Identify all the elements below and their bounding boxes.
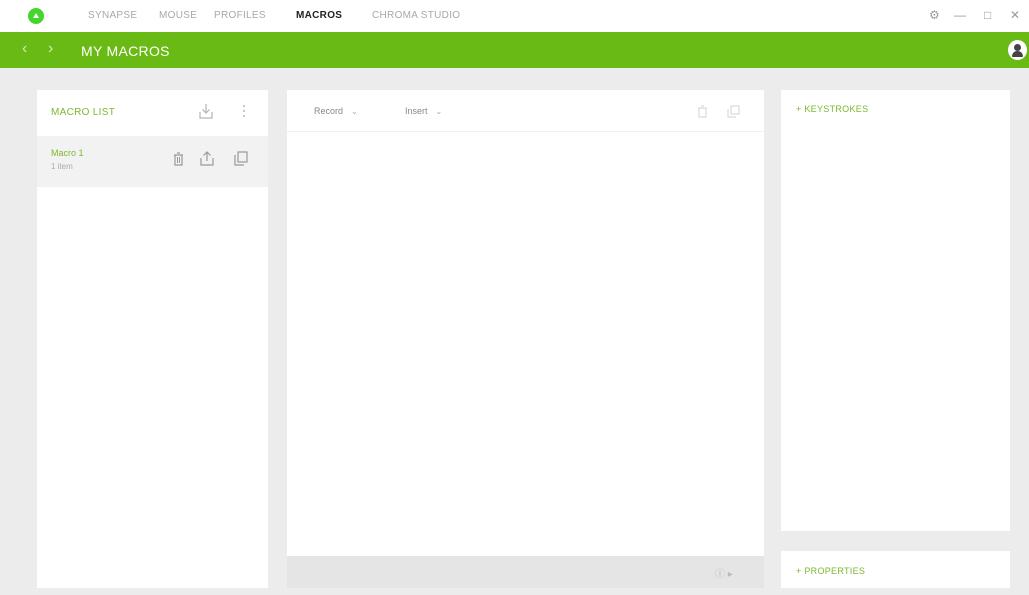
editor-toolbar: Record ⌄ Insert ⌄	[287, 90, 764, 132]
more-options-icon[interactable]	[242, 103, 246, 124]
macro-editor-panel: Record ⌄ Insert ⌄	[287, 90, 764, 556]
record-dropdown[interactable]: Record ⌄	[314, 106, 358, 116]
chevron-down-icon: ⌄	[435, 107, 443, 116]
macro-item-name: Macro 1	[51, 148, 84, 158]
tab-profiles[interactable]: PROFILES	[214, 10, 266, 21]
playback-control-icon[interactable]: Ⓘ ▸	[715, 565, 733, 580]
page-header: ‹ › MY MACROS	[0, 32, 1029, 68]
razer-logo-icon[interactable]	[28, 8, 44, 24]
settings-gear-icon[interactable]: ⚙	[929, 8, 940, 22]
duplicate-icon[interactable]	[234, 151, 248, 171]
macro-item-detail: 1 item	[51, 162, 73, 171]
keystrokes-section-toggle[interactable]: + KEYSTROKES	[796, 104, 868, 114]
tab-chroma-studio[interactable]: CHROMA STUDIO	[372, 10, 460, 21]
editor-footer: Ⓘ ▸	[287, 556, 764, 588]
copy-icon[interactable]	[727, 105, 740, 123]
keystrokes-panel: + KEYSTROKES	[781, 90, 1010, 531]
trash-icon[interactable]	[697, 105, 708, 123]
properties-section-toggle[interactable]: + PROPERTIES	[796, 566, 865, 576]
tab-mouse[interactable]: MOUSE	[159, 10, 197, 21]
macro-list-title: MACRO LIST	[51, 107, 116, 118]
minimize-icon[interactable]: —	[954, 8, 966, 22]
forward-arrow-icon[interactable]: ›	[48, 40, 53, 58]
record-label: Record	[314, 106, 344, 116]
macro-list-item[interactable]: Macro 1 1 item	[37, 136, 268, 187]
user-avatar-icon[interactable]	[1008, 40, 1027, 60]
top-nav-bar: SYNAPSE MOUSE PROFILES MACROS CHROMA STU…	[0, 0, 1029, 32]
razer-snake-icon	[33, 13, 39, 18]
tab-synapse[interactable]: SYNAPSE	[88, 10, 137, 21]
insert-dropdown[interactable]: Insert ⌄	[405, 106, 442, 116]
insert-label: Insert	[405, 106, 428, 116]
page-title: MY MACROS	[81, 43, 170, 59]
chevron-down-icon: ⌄	[351, 107, 358, 116]
import-icon[interactable]	[199, 103, 213, 124]
macro-list-header: MACRO LIST	[37, 90, 268, 136]
properties-panel: + PROPERTIES	[781, 551, 1010, 588]
tab-macros[interactable]: MACROS	[296, 10, 342, 21]
macro-list-panel: MACRO LIST Macro 1 1 item	[37, 90, 268, 588]
maximize-icon[interactable]: □	[984, 8, 991, 22]
avatar-body	[1012, 51, 1023, 57]
export-icon[interactable]	[200, 151, 214, 171]
close-icon[interactable]: ✕	[1010, 8, 1020, 22]
back-arrow-icon[interactable]: ‹	[22, 40, 27, 58]
delete-trash-icon[interactable]	[173, 152, 184, 171]
avatar-head	[1014, 44, 1021, 51]
